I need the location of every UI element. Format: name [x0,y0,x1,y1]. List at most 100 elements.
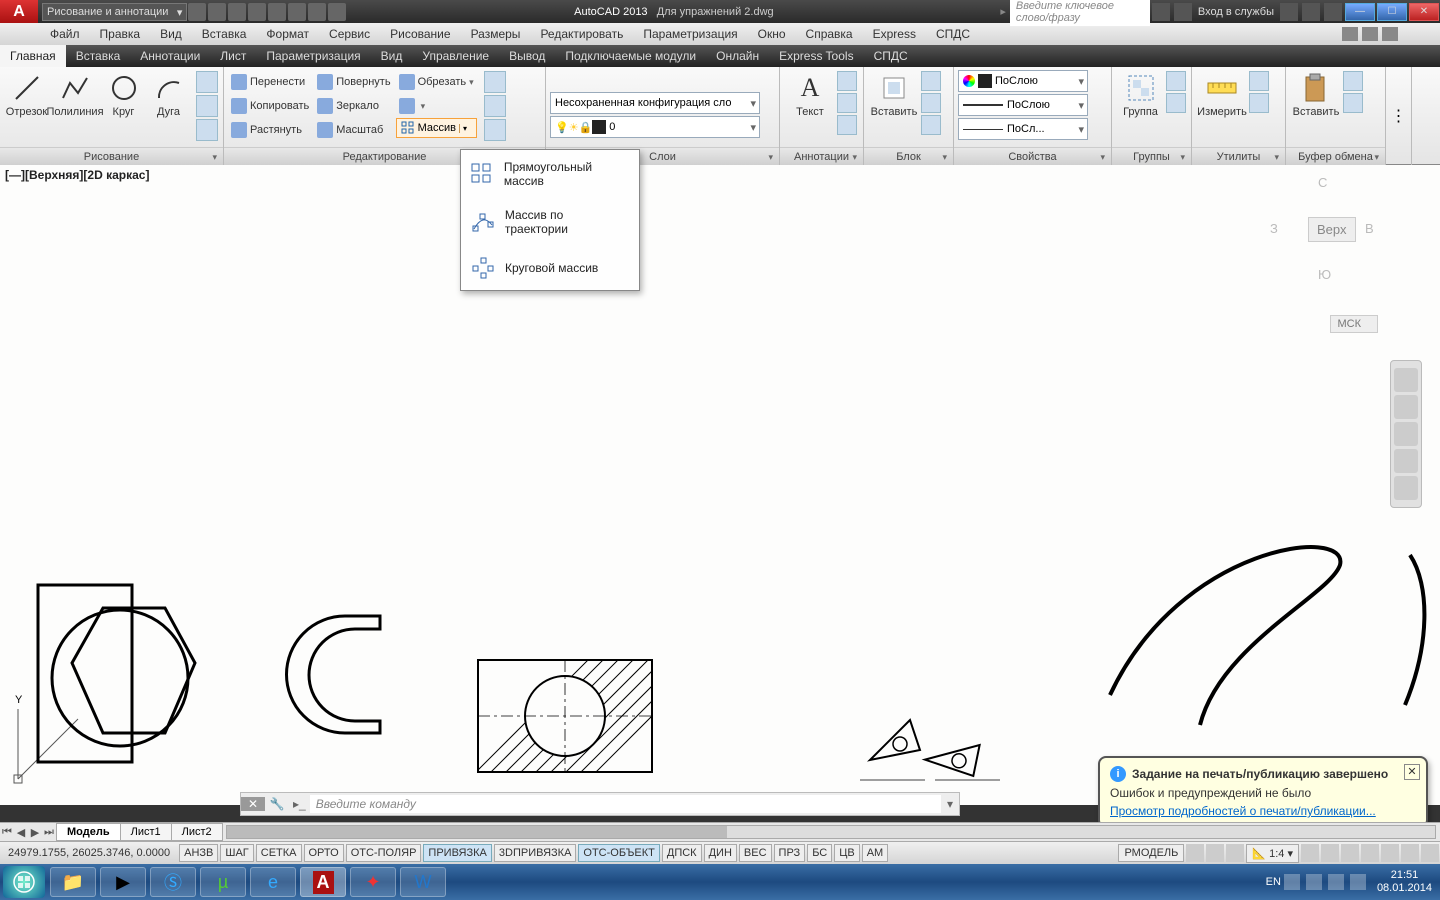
color-dropdown[interactable]: ПоСлою [958,70,1088,92]
workspace-dropdown[interactable]: Рисование и аннотации [42,3,187,21]
doc-close-icon[interactable] [1382,27,1398,41]
layer-mini-icon[interactable] [616,70,636,90]
layer-mini-icon[interactable] [550,70,570,90]
block-mini-icon[interactable] [921,115,941,135]
panel-draw-title[interactable]: Рисование [0,147,223,165]
ltab-first[interactable]: ⏮ [0,826,14,839]
menu-draw[interactable]: Рисование [380,27,460,41]
panel-overflow[interactable]: ⋮ [1386,67,1412,165]
status-toggle-дин[interactable]: ДИН [704,844,737,862]
cmd-tool-icon[interactable]: 🔧 [265,797,289,811]
draw-mini-icon[interactable] [196,95,218,117]
user-icon[interactable] [1174,3,1192,21]
status-icon[interactable] [1226,844,1244,862]
lang-indicator[interactable]: EN [1266,876,1281,888]
minimize-button[interactable]: — [1345,3,1375,21]
layout-tab-1[interactable]: Лист1 [120,823,172,841]
menu-modify[interactable]: Редактировать [530,27,633,41]
tab-output[interactable]: Вывод [499,45,555,67]
menu-dimension[interactable]: Размеры [461,27,531,41]
polyline-button[interactable]: Полилиния [49,70,101,118]
clip-mini-icon[interactable] [1343,93,1363,113]
measure-button[interactable]: Измерить [1196,70,1248,118]
layer-mini-icon[interactable] [704,70,724,90]
infocenter-icon[interactable] [1152,3,1170,21]
panel-clip-title[interactable]: Буфер обмена [1286,147,1385,165]
qat-plot-icon[interactable] [328,3,346,21]
ltab-next[interactable]: ▶ [28,826,42,839]
menu-tools[interactable]: Сервис [319,27,380,41]
status-toggle-отс-объект[interactable]: ОТС-ОБЪЕКТ [578,844,659,862]
coords-display[interactable]: 24979.1755, 26025.3746, 0.0000 [0,847,178,859]
tab-layout[interactable]: Лист [210,45,256,67]
status-toggle-бс[interactable]: БС [807,844,832,862]
layout-tab-model[interactable]: Модель [56,823,121,841]
mirror-button[interactable]: Зеркало [314,94,393,118]
qat-new-icon[interactable] [188,3,206,21]
panel-annot-title[interactable]: Аннотации [780,147,863,165]
layer-mini-icon[interactable] [660,70,680,90]
array-polar-item[interactable]: Круговой массив [461,246,639,290]
layer-mini-icon[interactable] [638,70,658,90]
help-icon[interactable] [1324,3,1342,21]
app-logo[interactable]: A [0,0,38,23]
panel-block-title[interactable]: Блок [864,147,953,165]
array-rectangular-item[interactable]: Прямоугольный массив [461,150,639,198]
menu-spds[interactable]: СПДС [926,27,980,41]
status-toggle-дпск[interactable]: ДПСК [662,844,702,862]
fillet-button[interactable] [396,94,477,118]
menu-edit[interactable]: Правка [90,27,151,41]
clip-mini-icon[interactable] [1343,71,1363,91]
draw-mini-icon[interactable] [196,71,218,93]
status-icon[interactable] [1381,844,1399,862]
cloud-icon[interactable] [1302,3,1320,21]
qat-print-icon[interactable] [308,3,326,21]
tray-net-icon[interactable] [1328,874,1344,890]
qat-save-icon[interactable] [228,3,246,21]
status-toggle-ам[interactable]: АМ [862,844,889,862]
status-icon[interactable] [1301,844,1319,862]
tab-annotate[interactable]: Аннотации [130,45,210,67]
model-space-button[interactable]: РМОДЕЛЬ [1118,844,1184,862]
doc-max-icon[interactable] [1362,27,1378,41]
status-toggle-орто[interactable]: ОРТО [304,844,344,862]
command-line[interactable]: ✕ 🔧 ▸_ Введите команду ▾ [240,792,960,816]
tb-word[interactable]: W [400,867,446,897]
tb-adobe[interactable]: ✦ [350,867,396,897]
trim-button[interactable]: Обрезать [396,70,477,94]
hscrollbar[interactable] [226,825,1436,839]
start-button[interactable] [3,866,45,898]
qat-undo-icon[interactable] [268,3,286,21]
qat-open-icon[interactable] [208,3,226,21]
status-toggle-анзв[interactable]: АНЗВ [179,844,218,862]
menu-parametric[interactable]: Параметризация [633,27,747,41]
line-button[interactable]: Отрезок [4,70,49,118]
tab-parametric[interactable]: Параметризация [256,45,370,67]
status-toggle-привязка[interactable]: ПРИВЯЗКА [423,844,491,862]
rotate-button[interactable]: Повернуть [314,70,393,94]
scale-button[interactable]: Масштаб [314,118,393,142]
annot-mini-icon[interactable] [837,93,857,113]
menu-window[interactable]: Окно [748,27,796,41]
status-icon[interactable] [1186,844,1204,862]
qat-saveas-icon[interactable] [248,3,266,21]
block-mini-icon[interactable] [921,71,941,91]
scale-button[interactable]: 📐 1:4 ▾ [1246,844,1299,863]
insert-block-button[interactable]: Вставить [868,70,920,118]
stretch-button[interactable]: Растянуть [228,118,312,142]
status-toggle-шаг[interactable]: ШАГ [220,844,253,862]
hscroll-thumb[interactable] [227,826,727,838]
linetype-dropdown[interactable]: ПоСл... [958,118,1088,140]
tb-explorer[interactable]: 📁 [50,867,96,897]
layer-mini-icon[interactable] [594,70,614,90]
tab-spds[interactable]: СПДС [864,45,918,67]
modify-mini-icon[interactable] [484,119,506,141]
tab-plugins[interactable]: Подключаемые модули [555,45,706,67]
status-toggle-вес[interactable]: ВЕС [739,844,772,862]
status-toggle-отс-поляр[interactable]: ОТС-ПОЛЯР [346,844,422,862]
panel-groups-title[interactable]: Группы [1112,147,1191,165]
panel-props-title[interactable]: Свойства [954,147,1111,165]
layer-current-dropdown[interactable]: 💡☀🔒 0 [550,116,760,138]
paste-button[interactable]: Вставить [1290,70,1342,118]
tab-manage[interactable]: Управление [412,45,499,67]
